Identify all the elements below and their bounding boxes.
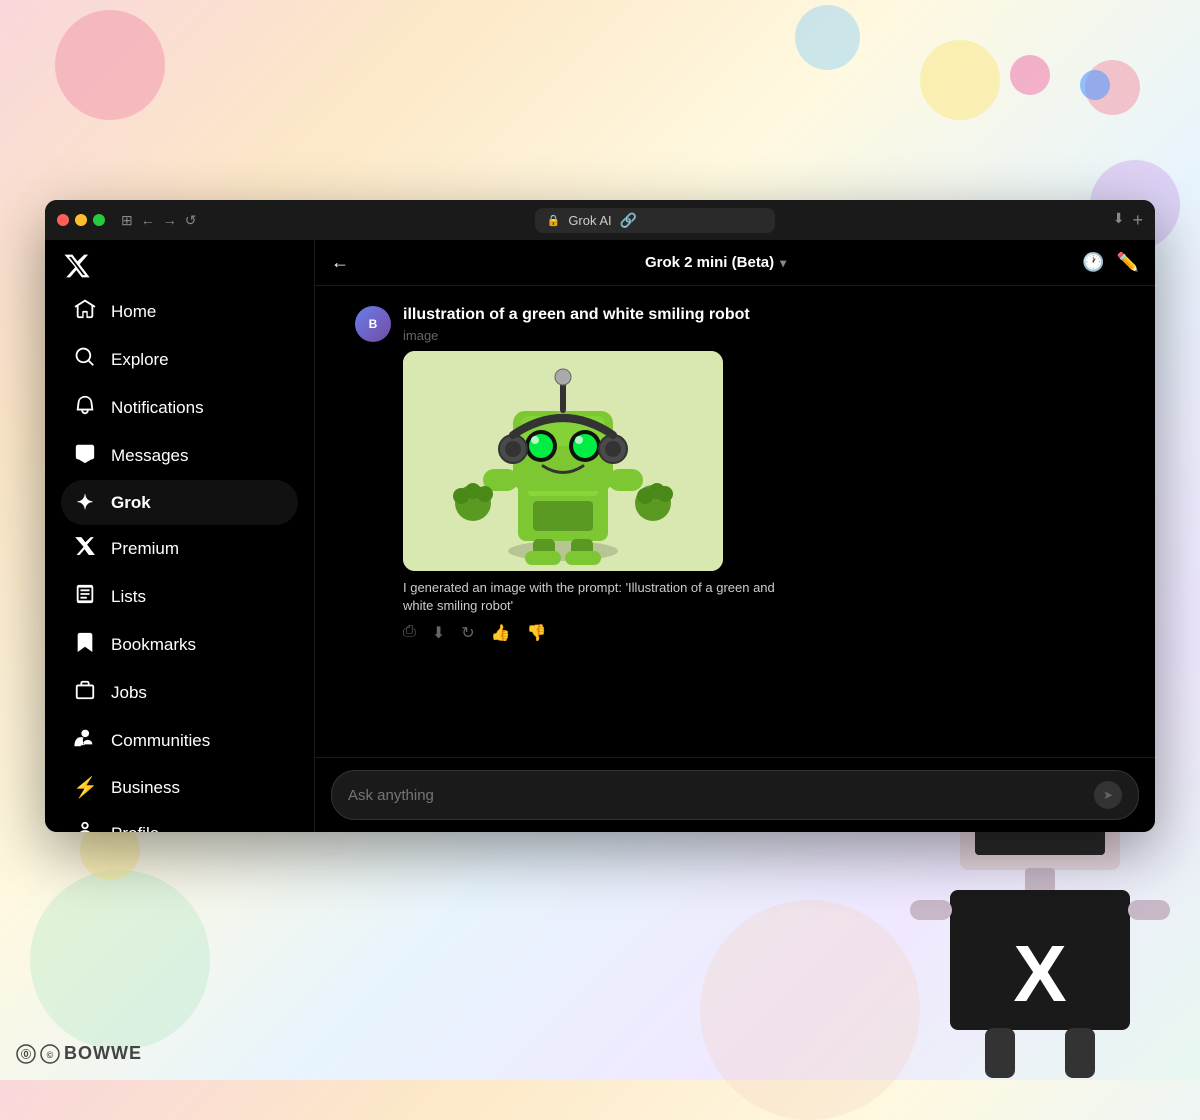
- sidebar-item-bookmarks[interactable]: Bookmarks: [61, 621, 298, 669]
- jobs-icon: [73, 679, 97, 707]
- generated-image: [403, 351, 723, 571]
- chevron-down-icon: ▾: [780, 256, 786, 270]
- sidebar-item-label-bookmarks: Bookmarks: [111, 635, 196, 655]
- business-icon: ⚡: [73, 775, 97, 800]
- lists-icon: [73, 583, 97, 611]
- sidebar-item-jobs[interactable]: Jobs: [61, 669, 298, 717]
- edit-icon[interactable]: ✏️: [1117, 252, 1139, 273]
- sidebar-item-profile[interactable]: Profile: [61, 810, 298, 832]
- browser-chrome: ⊞ ← → ↺ 🔒 Grok AI 🔗 ⬇ +: [45, 200, 1155, 240]
- svg-text:©: ©: [47, 1050, 54, 1060]
- caption-text: I generated an image with the prompt: 'I…: [403, 579, 803, 615]
- download-icon[interactable]: ⬇: [1113, 210, 1125, 231]
- send-icon: ➤: [1103, 788, 1113, 802]
- home-icon: [73, 298, 97, 326]
- sidebar-item-label-business: Business: [111, 778, 180, 798]
- sidebar-item-notifications[interactable]: Notifications: [61, 384, 298, 432]
- bookmarks-icon: [73, 631, 97, 659]
- sidebar-nav: Home Explore Notifications: [61, 288, 298, 832]
- browser-content: Home Explore Notifications: [45, 240, 1155, 832]
- sidebar-item-explore[interactable]: Explore: [61, 336, 298, 384]
- close-window-button[interactable]: [57, 214, 69, 226]
- tab-title: Grok AI: [568, 213, 611, 228]
- sidebar-item-label-lists: Lists: [111, 587, 146, 607]
- grok-header-actions: 🕐 ✏️: [1082, 252, 1139, 273]
- grok-model-name: Grok 2 mini (Beta): [645, 254, 774, 271]
- message-row: B illustration of a green and white smil…: [355, 306, 1115, 643]
- input-area: ➤: [315, 757, 1155, 832]
- notifications-icon: [73, 394, 97, 422]
- premium-icon: [73, 535, 97, 563]
- address-bar[interactable]: 🔒 Grok AI 🔗: [535, 208, 775, 233]
- input-wrapper: ➤: [331, 770, 1139, 820]
- link-icon: 🔗: [620, 212, 637, 229]
- minimize-window-button[interactable]: [75, 214, 87, 226]
- profile-icon: [73, 820, 97, 832]
- bowwe-brand-text: ⓪ © BOWWE: [16, 1043, 142, 1064]
- sidebar-item-lists[interactable]: Lists: [61, 573, 298, 621]
- sidebar-item-label-communities: Communities: [111, 731, 210, 751]
- grok-back-button[interactable]: ←: [331, 252, 349, 273]
- thumbsup-action[interactable]: 👍: [491, 623, 511, 643]
- sidebar-item-grok[interactable]: ✦ Grok: [61, 480, 298, 525]
- sidebar-item-label-explore: Explore: [111, 350, 169, 370]
- message-title: illustration of a green and white smilin…: [403, 306, 1115, 324]
- address-bar-area: 🔒 Grok AI 🔗: [204, 208, 1104, 233]
- copy-action[interactable]: ⎙: [403, 623, 416, 643]
- message-avatar: B: [355, 306, 391, 342]
- refresh-action[interactable]: ↻: [461, 623, 474, 643]
- send-button[interactable]: ➤: [1094, 781, 1122, 809]
- explore-icon: [73, 346, 97, 374]
- sidebar-item-communities[interactable]: Communities: [61, 717, 298, 765]
- thumbsdown-action[interactable]: 👎: [527, 623, 547, 643]
- sidebar-item-label-grok: Grok: [111, 493, 151, 513]
- sidebar-item-home[interactable]: Home: [61, 288, 298, 336]
- main-content: ← Grok 2 mini (Beta) ▾ 🕐 ✏️ B illus: [315, 240, 1155, 832]
- sidebar-item-label-premium: Premium: [111, 539, 179, 559]
- svg-text:⓪: ⓪: [21, 1048, 31, 1061]
- forward-button[interactable]: →: [163, 213, 177, 227]
- sidebar-toggle-button[interactable]: ⊞: [121, 213, 133, 227]
- reload-button[interactable]: ↺: [185, 213, 197, 227]
- sidebar-item-label-home: Home: [111, 302, 156, 322]
- sidebar-item-business[interactable]: ⚡ Business: [61, 765, 298, 810]
- grok-icon: ✦: [73, 490, 97, 515]
- sidebar-item-label-messages: Messages: [111, 446, 188, 466]
- new-tab-button[interactable]: +: [1132, 210, 1143, 231]
- history-icon[interactable]: 🕐: [1082, 252, 1104, 273]
- sidebar-item-messages[interactable]: Messages: [61, 432, 298, 480]
- browser-nav-controls: ⊞ ← → ↺: [121, 213, 196, 227]
- message-content: illustration of a green and white smilin…: [403, 306, 1115, 643]
- messages-icon: [73, 442, 97, 470]
- image-label: image: [403, 328, 1115, 343]
- sidebar: Home Explore Notifications: [45, 240, 315, 832]
- chat-area[interactable]: B illustration of a green and white smil…: [315, 286, 1155, 757]
- chat-input[interactable]: [348, 787, 1086, 804]
- svg-text:X: X: [1013, 929, 1066, 1018]
- grok-model-selector[interactable]: Grok 2 mini (Beta) ▾: [645, 254, 786, 271]
- x-logo[interactable]: [61, 252, 93, 280]
- message-actions: ⎙ ⬇ ↻ 👍 👎: [403, 623, 1115, 643]
- download-action[interactable]: ⬇: [432, 623, 445, 643]
- browser-actions: ⬇ +: [1113, 210, 1143, 231]
- communities-icon: [73, 727, 97, 755]
- lock-icon: 🔒: [547, 214, 561, 227]
- grok-header: ← Grok 2 mini (Beta) ▾ 🕐 ✏️: [315, 240, 1155, 286]
- traffic-lights: [57, 214, 105, 226]
- browser-window: ⊞ ← → ↺ 🔒 Grok AI 🔗 ⬇ +: [45, 200, 1155, 832]
- bowwe-brand: ⓪ © BOWWE: [16, 1043, 142, 1064]
- sidebar-item-label-jobs: Jobs: [111, 683, 147, 703]
- back-button[interactable]: ←: [141, 213, 155, 227]
- sidebar-item-label-notifications: Notifications: [111, 398, 204, 418]
- sidebar-item-premium[interactable]: Premium: [61, 525, 298, 573]
- sidebar-item-label-profile: Profile: [111, 824, 159, 832]
- maximize-window-button[interactable]: [93, 214, 105, 226]
